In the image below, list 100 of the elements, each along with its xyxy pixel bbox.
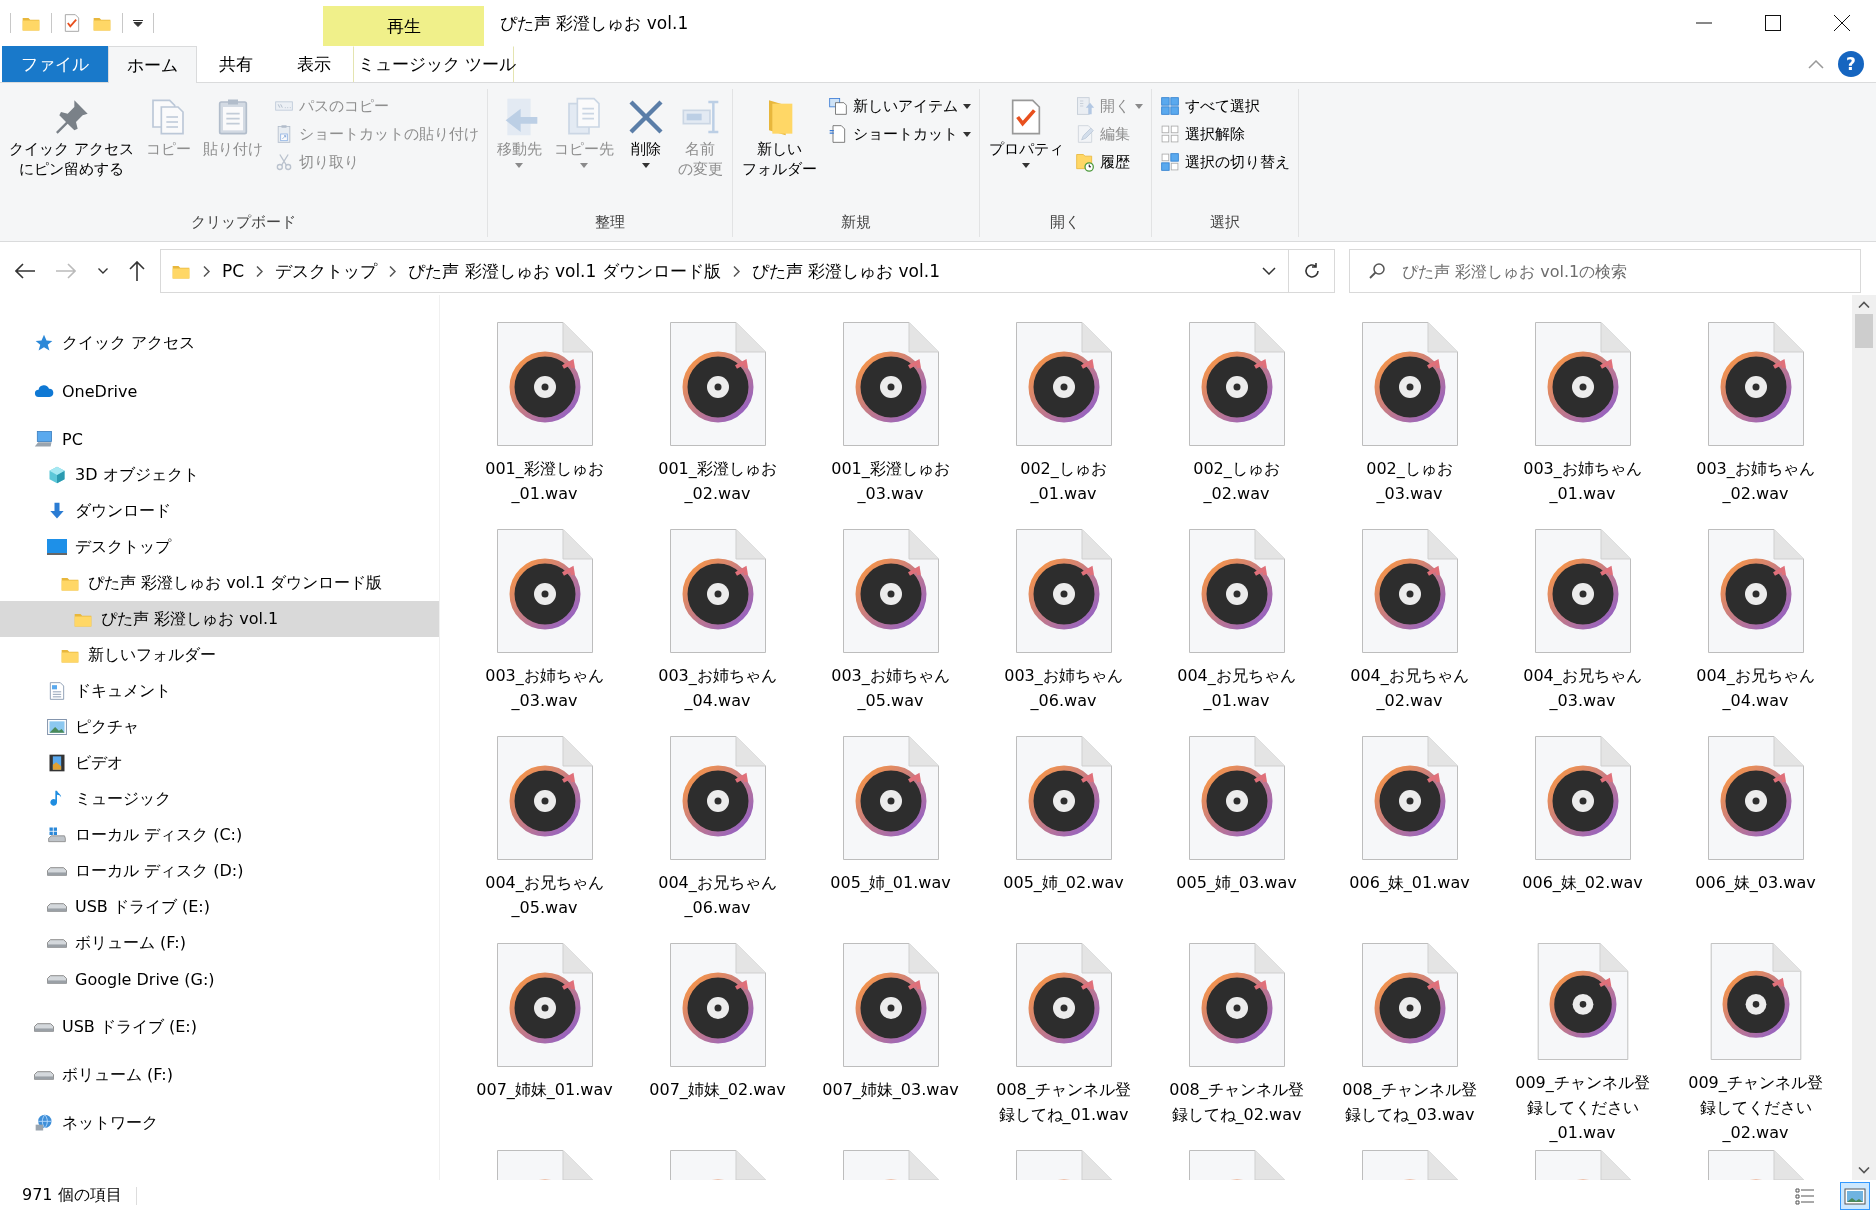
dropdown-chevron-icon[interactable] [97,268,108,274]
file-name[interactable]: 008_チャンネル登録してね_01.wav [988,1077,1139,1127]
file-name[interactable]: 007_姉妹_01.wav [469,1077,620,1102]
audio-file-icon[interactable] [1361,943,1458,1067]
file-name[interactable]: 001_彩澄しゅお_01.wav [469,456,620,506]
audio-file-icon[interactable] [1361,322,1458,446]
ribbon-button[interactable]: クイック アクセス にピン留めする [4,93,139,183]
nav-item[interactable]: ローカル ディスク (C:) [0,817,439,853]
view-mode-button[interactable] [1840,1181,1870,1210]
file-name[interactable]: 008_チャンネル登録してね_02.wav [1161,1077,1312,1127]
file-name[interactable]: 002_しゅお_01.wav [988,456,1139,506]
audio-file-icon[interactable] [496,322,593,446]
audio-file-icon[interactable] [669,529,766,653]
audio-file-icon[interactable] [1015,529,1112,653]
audio-file-icon[interactable] [1707,322,1804,446]
file-name[interactable]: 003_お姉ちゃん_05.wav [815,663,966,713]
ribbon-tab[interactable]: 共有 [197,46,275,82]
file-name[interactable]: 008_チャンネル登録してね_03.wav [1334,1077,1485,1127]
audio-file-icon[interactable] [496,943,593,1067]
ribbon-tab[interactable]: ホーム [108,46,197,83]
file-name[interactable]: 005_姉_01.wav [815,870,966,895]
nav-item[interactable]: ピクチャ [0,709,439,745]
audio-file-icon[interactable] [1188,322,1285,446]
ribbon-button[interactable]: 選択解除 [1155,121,1294,147]
file-name[interactable]: 001_彩澄しゅお_03.wav [815,456,966,506]
scrollbar-thumb[interactable] [1855,314,1873,348]
file-name[interactable]: 005_姉_02.wav [988,870,1139,895]
audio-file-icon[interactable] [1188,943,1285,1067]
file-name[interactable]: 002_しゅお_03.wav [1334,456,1485,506]
nav-item[interactable]: クイック アクセス [0,325,439,361]
audio-file-icon[interactable] [1361,529,1458,653]
audio-file-icon[interactable] [1188,529,1285,653]
ribbon-tab[interactable]: ミュージック ツール [353,46,514,82]
file-name[interactable]: 003_お姉ちゃん_02.wav [1680,456,1831,506]
audio-file-icon[interactable] [496,736,593,860]
audio-file-icon[interactable] [1707,736,1804,860]
file-name[interactable]: 009_チャンネル登録してください_01.wav [1507,1070,1658,1145]
breadcrumb-item[interactable]: ぴた声 彩澄しゅお vol.1 [751,259,940,283]
file-name[interactable]: 004_お兄ちゃん_01.wav [1161,663,1312,713]
checkmark-document-icon[interactable] [62,13,82,33]
address-bar[interactable]: PC デスクトップ ぴた声 彩澄しゅお vol.1 ダウンロード版 ぴた声 彩澄しゅお vol.1 [160,249,1335,293]
nav-item[interactable]: ビデオ [0,745,439,781]
file-name[interactable]: 006_妹_03.wav [1680,870,1831,895]
ribbon-tab[interactable]: ファイル [2,46,108,82]
nav-item[interactable]: ローカル ディスク (D:) [0,853,439,889]
chevron-up-icon[interactable] [1808,59,1824,69]
nav-item[interactable]: ネットワーク [0,1105,439,1141]
audio-file-icon[interactable] [669,736,766,860]
breadcrumb-item[interactable]: デスクトップ [275,259,378,283]
audio-file-icon[interactable] [842,736,939,860]
file-name[interactable]: 004_お兄ちゃん_04.wav [1680,663,1831,713]
nav-item[interactable]: デスクトップ [0,529,439,565]
nav-item[interactable]: PC [0,421,439,457]
ribbon-button[interactable]: 履歴 [1070,149,1147,175]
ribbon-button[interactable]: 削除 [620,93,671,172]
nav-item[interactable]: ボリューム (F:) [0,1057,439,1093]
audio-file-icon[interactable] [1015,322,1112,446]
file-name[interactable]: 003_お姉ちゃん_03.wav [469,663,620,713]
breadcrumb-item[interactable]: PC [222,261,245,281]
nav-item[interactable]: ミュージック [0,781,439,817]
audio-file-icon[interactable] [1707,529,1804,653]
nav-item[interactable]: ぴた声 彩澄しゅお vol.1 ダウンロード版 [0,565,439,601]
file-name[interactable]: 005_姉_03.wav [1161,870,1312,895]
nav-item[interactable]: USB ドライブ (E:) [0,1009,439,1045]
file-name[interactable]: 002_しゅお_02.wav [1161,456,1312,506]
nav-item[interactable]: 新しいフォルダー [0,637,439,673]
nav-item[interactable]: ぴた声 彩澄しゅお vol.1 [0,601,439,637]
scroll-down-icon[interactable] [1858,1167,1870,1174]
ribbon-button[interactable]: 新しいアイテム [823,93,975,119]
audio-file-icon[interactable] [1534,736,1631,860]
back-arrow-icon[interactable] [14,263,35,279]
audio-file-icon[interactable] [1534,322,1631,446]
ribbon-button[interactable]: すべて選択 [1155,93,1294,119]
file-name[interactable]: 006_妹_02.wav [1507,870,1658,895]
audio-file-icon[interactable] [842,943,939,1067]
up-arrow-icon[interactable] [129,261,146,281]
nav-item[interactable]: OneDrive [0,373,439,409]
file-name[interactable]: 004_お兄ちゃん_05.wav [469,870,620,920]
audio-file-icon[interactable] [842,322,939,446]
file-name[interactable]: 007_姉妹_02.wav [642,1077,793,1102]
audio-file-icon[interactable] [1015,943,1112,1067]
ribbon-tab[interactable]: 表示 [275,46,353,82]
nav-item[interactable]: USB ドライブ (E:) [0,889,439,925]
ribbon-button[interactable]: プロパティ [983,93,1069,172]
file-name[interactable]: 009_チャンネル登録してください_02.wav [1680,1070,1831,1145]
nav-item[interactable]: Google Drive (G:) [0,961,439,997]
file-name[interactable]: 001_彩澄しゅお_02.wav [642,456,793,506]
scroll-up-icon[interactable] [1858,301,1870,308]
ribbon-button[interactable]: ショートカット [823,121,975,147]
nav-item[interactable]: ボリューム (F:) [0,925,439,961]
nav-item[interactable]: ダウンロード [0,493,439,529]
breadcrumb-item[interactable]: ぴた声 彩澄しゅお vol.1 ダウンロード版 [408,259,721,283]
file-name[interactable]: 007_姉妹_03.wav [815,1077,966,1102]
nav-item[interactable]: 3D オブジェクト [0,457,439,493]
file-name[interactable]: 003_お姉ちゃん_01.wav [1507,456,1658,506]
file-name[interactable]: 006_妹_01.wav [1334,870,1485,895]
file-name[interactable]: 003_お姉ちゃん_04.wav [642,663,793,713]
nav-item[interactable]: ドキュメント [0,673,439,709]
ribbon-button[interactable]: 選択の切り替え [1155,149,1294,175]
scrollbar[interactable] [1852,295,1876,1180]
